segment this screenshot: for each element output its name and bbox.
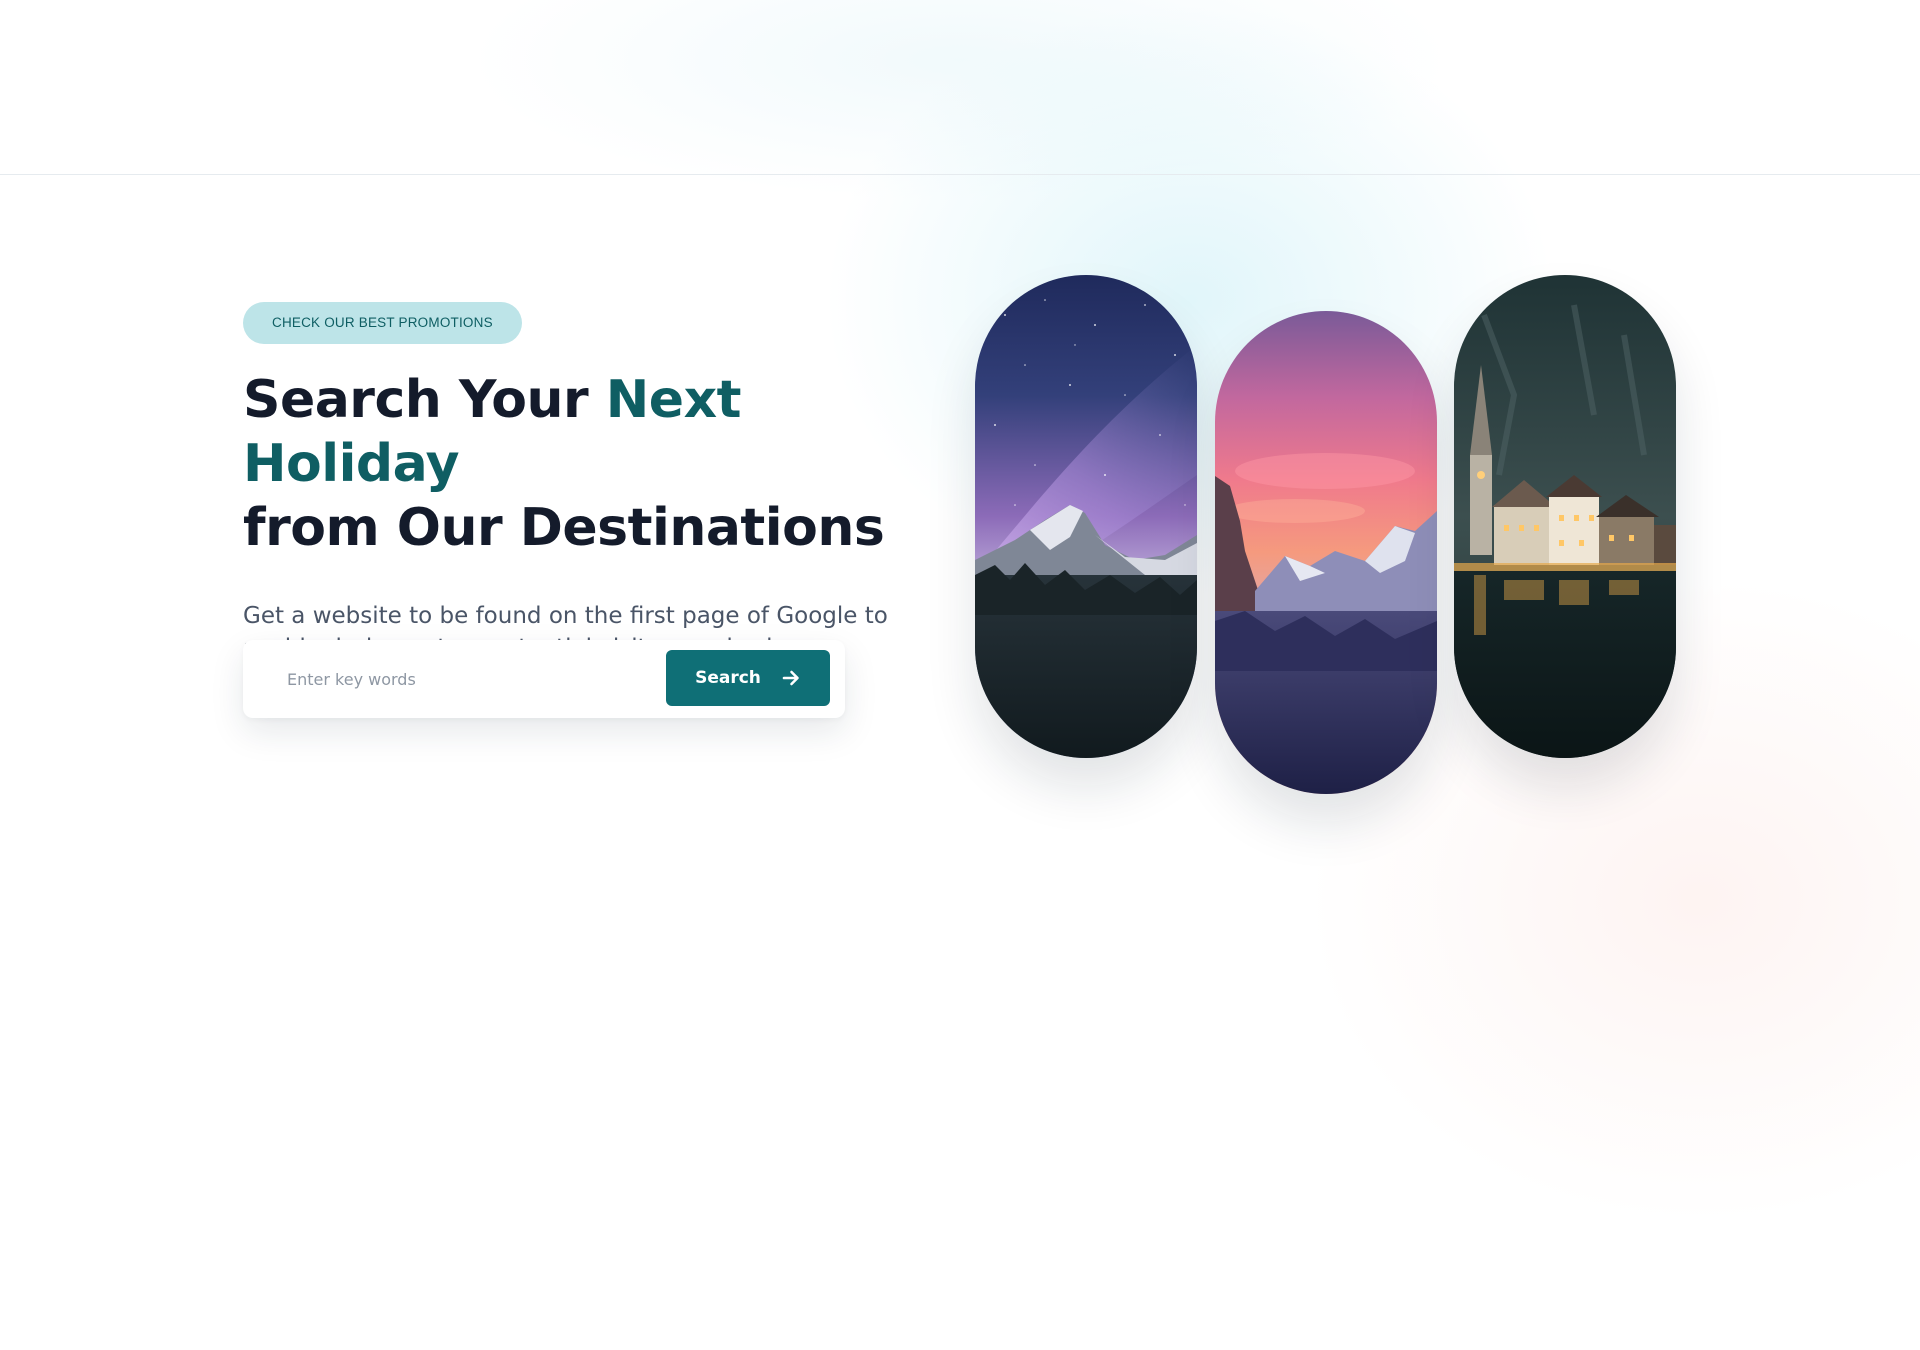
search-box: Search	[243, 640, 845, 718]
page-title: Search Your Next Holiday from Our Destina…	[243, 368, 963, 560]
search-button-label: Search	[695, 668, 761, 688]
arrow-right-icon	[781, 668, 801, 688]
destination-image-3[interactable]	[1454, 275, 1676, 758]
headline-part-1: Search Your	[243, 370, 606, 430]
hero-content: CHECK OUR BEST PROMOTIONS Search Your Ne…	[243, 302, 963, 718]
milky-way-mountain-photo	[975, 275, 1197, 758]
headline-part-2: from Our Destinations	[243, 498, 885, 558]
search-input[interactable]	[267, 656, 687, 702]
destination-image-2[interactable]	[1215, 311, 1437, 794]
lakeside-village-night-photo	[1454, 275, 1676, 758]
promo-badge[interactable]: CHECK OUR BEST PROMOTIONS	[243, 302, 522, 344]
sunset-valley-photo	[1215, 311, 1437, 794]
destination-image-1[interactable]	[975, 275, 1197, 758]
search-button[interactable]: Search	[666, 650, 830, 706]
header-bar	[0, 0, 1920, 175]
